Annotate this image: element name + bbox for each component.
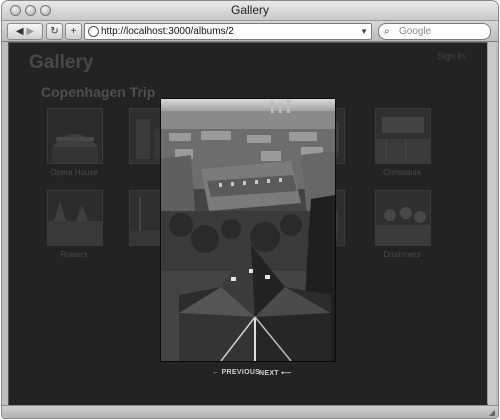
url-dropdown-icon[interactable]: ▼ [360,24,368,39]
photo-thumbnail[interactable] [47,190,103,246]
next-label: NEXT [259,370,279,377]
thumbnail-label[interactable]: Christiania [362,168,442,177]
vertical-scrollbar[interactable] [487,42,496,404]
sign-in-link[interactable]: Sign In [437,51,465,61]
add-bookmark-button[interactable]: + [65,23,82,40]
add-bookmark-icon: + [70,26,77,37]
thumbnail-label[interactable]: Drummers [362,250,442,259]
photo-thumbnail[interactable] [47,108,103,164]
browser-toolbar: ◀ ▶ ↻ + http://localhost:3000/albums/2 ▼… [2,21,498,42]
globe-icon [88,26,99,37]
browser-window: Gallery ◀ ▶ ↻ + http://localhost:3000/al… [2,1,498,418]
thumbnail-label[interactable]: Opera House [34,168,114,177]
previous-arrow-icon: ← [212,369,220,376]
title-bar: Gallery [2,1,498,21]
forward-arrow-icon[interactable]: ▶ [26,26,34,37]
previous-label: PREVIOUS [221,369,261,376]
album-title: Copenhagen Trip [41,84,156,100]
lightbox-photo[interactable] [160,98,336,362]
window-title: Gallery [230,3,269,17]
search-placeholder[interactable]: Google [399,24,431,39]
url-text[interactable]: http://localhost:3000/albums/2 [101,24,234,39]
next-arrow-icon: ⟵ [281,370,292,377]
address-bar[interactable]: http://localhost:3000/albums/2 ▼ [84,23,372,40]
search-field[interactable]: ⌕ Google [378,23,491,40]
reload-icon: ↻ [50,26,59,37]
resize-grip-icon[interactable]: ◢ [489,408,495,417]
next-button[interactable]: NEXT ⟵ [259,369,291,377]
photo-thumbnail[interactable] [375,108,431,164]
back-forward-buttons[interactable]: ◀ ▶ [7,23,43,40]
status-bar: ◢ [2,405,498,418]
thumbnail-label[interactable]: Rowers [34,250,114,259]
site-title[interactable]: Gallery [29,52,93,74]
photo-thumbnail[interactable] [375,190,431,246]
previous-button[interactable]: ← PREVIOUS [212,369,260,376]
web-page: Gallery Sign In Copenhagen Trip Opera Ho… [8,42,488,406]
reload-button[interactable]: ↻ [46,23,63,40]
search-icon: ⌕ [384,26,390,37]
back-arrow-icon[interactable]: ◀ [16,26,24,37]
